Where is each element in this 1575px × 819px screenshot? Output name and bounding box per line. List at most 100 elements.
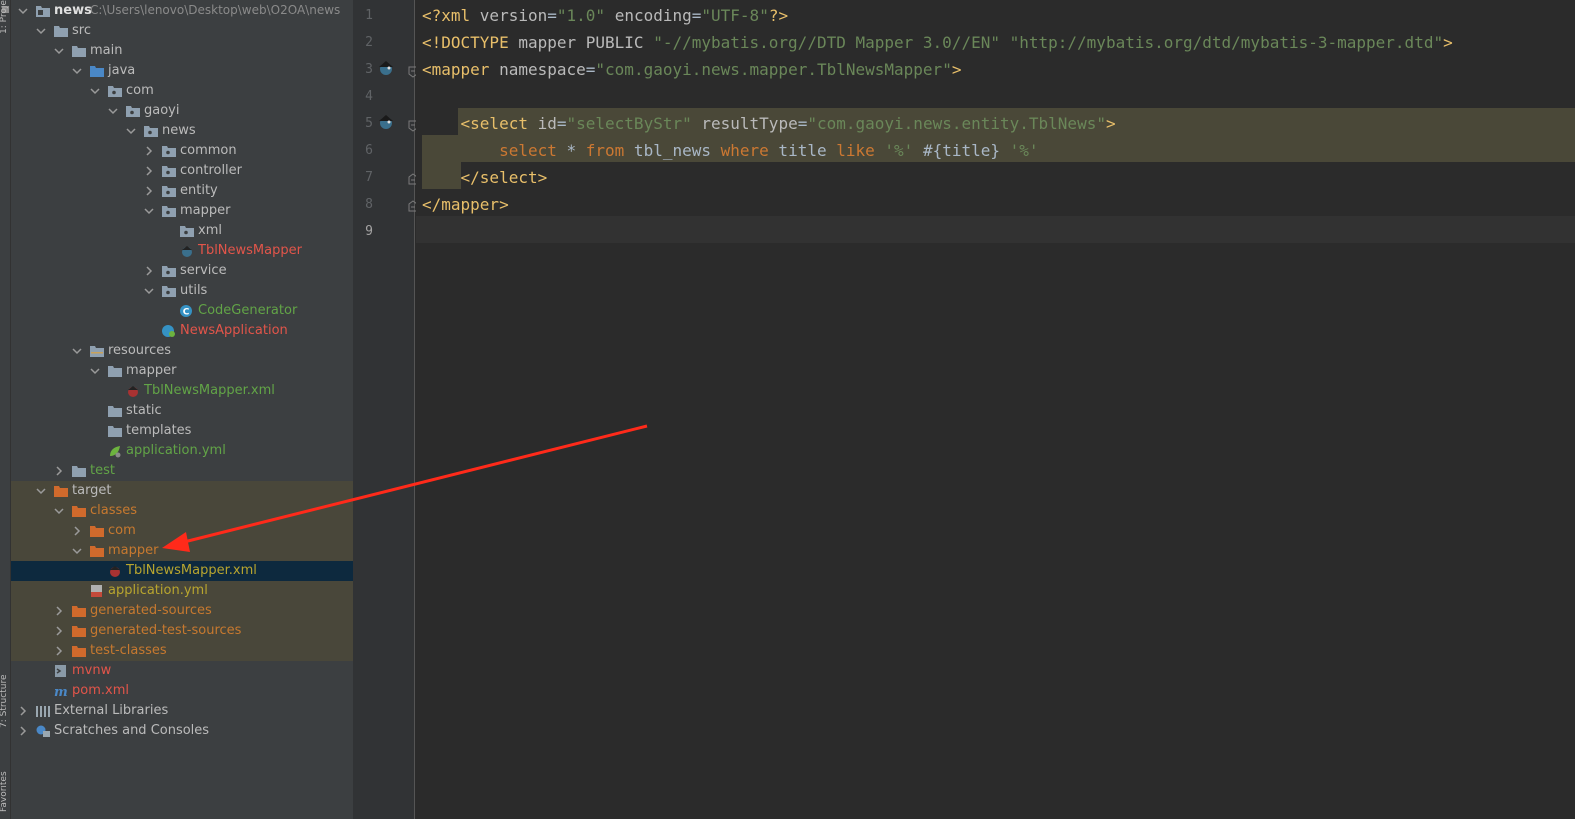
- mybatis-navigate-icon[interactable]: [375, 113, 397, 133]
- tree-row-classes[interactable]: classes: [11, 501, 353, 521]
- svg-text:m: m: [54, 685, 68, 698]
- chevron-down-icon[interactable]: [107, 105, 119, 117]
- chevron-down-icon[interactable]: [125, 125, 137, 137]
- tree-row-static[interactable]: static: [11, 401, 353, 421]
- project-tool-tab[interactable]: 1: Project: [0, 0, 9, 34]
- tree-row-tblnewsmapper-xml[interactable]: TblNewsMapper.xml: [11, 381, 353, 401]
- tree-row-news-package[interactable]: news: [11, 121, 353, 141]
- tree-label: com: [126, 83, 154, 98]
- tree-row-main[interactable]: main: [11, 41, 353, 61]
- tree-row-external-libraries[interactable]: External Libraries: [11, 701, 353, 721]
- code-line[interactable]: <!DOCTYPE mapper PUBLIC "-//mybatis.org/…: [416, 29, 1575, 56]
- tree-row-application-yml[interactable]: application.yml: [11, 441, 353, 461]
- tree-row-generated-test-sources[interactable]: generated-test-sources: [11, 621, 353, 641]
- excluded-folder-icon: [89, 544, 105, 558]
- chevron-right-icon[interactable]: [143, 145, 155, 157]
- tree-row-scratches[interactable]: Scratches and Consoles: [11, 721, 353, 741]
- chevron-down-icon[interactable]: [35, 25, 47, 37]
- chevron-right-icon[interactable]: [53, 465, 65, 477]
- chevron-right-icon[interactable]: [17, 705, 29, 717]
- tree-row-codegenerator[interactable]: C CodeGenerator: [11, 301, 353, 321]
- code-token: '%': [1009, 141, 1039, 160]
- tree-row-root[interactable]: news C:\Users\lenovo\Desktop\web\O2OA\ne…: [11, 1, 353, 21]
- chevron-down-icon[interactable]: [89, 365, 101, 377]
- code-line[interactable]: </mapper>: [416, 191, 1575, 218]
- chevron-down-icon[interactable]: [89, 85, 101, 97]
- code-line[interactable]: <?xml version="1.0" encoding="UTF-8"?>: [416, 2, 1575, 29]
- code-token: "1.0": [556, 6, 606, 25]
- tree-label: resources: [108, 343, 172, 358]
- chevron-right-icon[interactable]: [17, 725, 29, 737]
- chevron-down-icon[interactable]: [143, 205, 155, 217]
- tree-row-mapper-package[interactable]: mapper: [11, 201, 353, 221]
- tree-row-pom-xml[interactable]: m pom.xml: [11, 681, 353, 701]
- code-line[interactable]: <select id="selectByStr" resultType="com…: [416, 110, 1575, 137]
- code-editor[interactable]: <?xml version="1.0" encoding="UTF-8"?> <!…: [416, 0, 1575, 819]
- code-line[interactable]: </select>: [416, 164, 1575, 191]
- tree-row-mvnw[interactable]: mvnw: [11, 661, 353, 681]
- structure-tool-tab[interactable]: 7: Structure: [0, 675, 9, 729]
- tree-row-classes-com[interactable]: com: [11, 521, 353, 541]
- tree-row-com[interactable]: com: [11, 81, 353, 101]
- chevron-down-icon[interactable]: [143, 285, 155, 297]
- chevron-down-icon[interactable]: [71, 345, 83, 357]
- code-line[interactable]: [416, 83, 1575, 110]
- tree-row-src[interactable]: src: [11, 21, 353, 41]
- mybatis-navigate-icon[interactable]: [375, 59, 397, 79]
- editor-gutter: 1 2 3 4 5 6 7 8 9: [353, 0, 418, 819]
- tree-row-target-application-yml[interactable]: application.yml: [11, 581, 353, 601]
- tree-row-resources[interactable]: resources: [11, 341, 353, 361]
- code-token: </mapper>: [422, 195, 509, 214]
- chevron-right-icon[interactable]: [71, 525, 83, 537]
- excluded-folder-icon: [71, 644, 87, 658]
- tree-row-entity[interactable]: entity: [11, 181, 353, 201]
- tree-row-gaoyi[interactable]: gaoyi: [11, 101, 353, 121]
- code-line[interactable]: <mapper namespace="com.gaoyi.news.mapper…: [416, 56, 1575, 83]
- tree-row-test-classes[interactable]: test-classes: [11, 641, 353, 661]
- chevron-right-icon[interactable]: [143, 265, 155, 277]
- chevron-down-icon[interactable]: [53, 45, 65, 57]
- tree-row-xml-package[interactable]: xml: [11, 221, 353, 241]
- code-token: =: [547, 6, 557, 25]
- favorites-tool-tab[interactable]: Favorites: [0, 771, 9, 812]
- code-token: "http://mybatis.org/dtd/mybatis-3-mapper…: [1009, 33, 1444, 52]
- tree-row-utils[interactable]: utils: [11, 281, 353, 301]
- code-line[interactable]: [416, 218, 1575, 245]
- chevron-down-icon[interactable]: [71, 65, 83, 77]
- tree-row-target-tblnewsmapper-xml[interactable]: TblNewsMapper.xml: [11, 561, 353, 581]
- tree-label: TblNewsMapper: [198, 243, 302, 258]
- tree-row-classes-mapper[interactable]: mapper: [11, 541, 353, 561]
- tree-row-test[interactable]: test: [11, 461, 353, 481]
- chevron-down-icon[interactable]: [71, 545, 83, 557]
- tree-row-resources-mapper[interactable]: mapper: [11, 361, 353, 381]
- tree-row-target[interactable]: target: [11, 481, 353, 501]
- tree-row-generated-sources[interactable]: generated-sources: [11, 601, 353, 621]
- folder-icon: [107, 364, 123, 378]
- java-class-icon: C: [179, 304, 195, 318]
- tree-row-service[interactable]: service: [11, 261, 353, 281]
- tree-row-java[interactable]: java: [11, 61, 353, 81]
- chevron-down-icon[interactable]: [17, 5, 29, 17]
- chevron-right-icon[interactable]: [53, 645, 65, 657]
- tree-row-templates[interactable]: templates: [11, 421, 353, 441]
- chevron-right-icon[interactable]: [143, 165, 155, 177]
- tree-row-controller[interactable]: controller: [11, 161, 353, 181]
- folder-icon: [53, 24, 69, 38]
- chevron-right-icon[interactable]: [53, 625, 65, 637]
- tree-row-tblnewsmapper-interface[interactable]: TblNewsMapper: [11, 241, 353, 261]
- package-icon: [179, 224, 195, 238]
- chevron-right-icon[interactable]: [53, 605, 65, 617]
- chevron-down-icon[interactable]: [53, 505, 65, 517]
- tree-row-newsapplication[interactable]: NewsApplication: [11, 321, 353, 341]
- chevron-down-icon[interactable]: [35, 485, 47, 497]
- code-token: ?>: [768, 6, 789, 25]
- line-number: 7: [365, 170, 373, 185]
- excluded-folder-icon: [71, 504, 87, 518]
- chevron-right-icon[interactable]: [143, 185, 155, 197]
- tree-row-common[interactable]: common: [11, 141, 353, 161]
- code-line[interactable]: select * from tbl_news where title like …: [416, 137, 1575, 164]
- maven-icon: m: [53, 684, 69, 698]
- tree-label: java: [108, 63, 136, 78]
